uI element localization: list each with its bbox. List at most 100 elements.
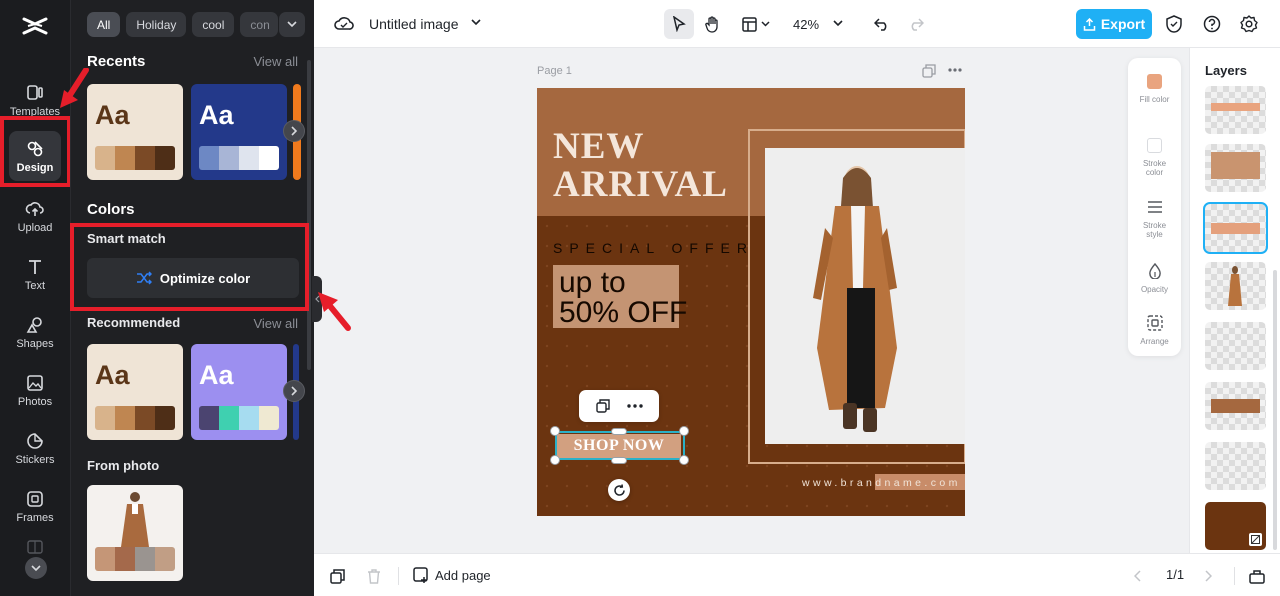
chip-all[interactable]: All (87, 12, 121, 37)
layer-thumbnail[interactable] (1205, 144, 1266, 192)
opacity-drop-icon (1146, 262, 1164, 280)
recommended-palette-card-1[interactable]: Aa (87, 344, 183, 440)
rail-stickers[interactable]: Stickers (4, 422, 66, 474)
recommended-view-all[interactable]: View all (253, 316, 298, 331)
special-offer-text[interactable]: SPECIAL OFFER (553, 240, 754, 256)
recent-palette-card-2[interactable]: Aa (191, 84, 287, 180)
page-panel-toggle-icon[interactable] (1249, 568, 1265, 584)
zoom-level[interactable]: 42% (788, 9, 824, 39)
headline-text[interactable]: NEW ARRIVAL (553, 128, 743, 204)
brand-url-text[interactable]: www.brandname.com (802, 477, 961, 489)
resize-handle-bl[interactable] (550, 455, 560, 465)
chevron-down-icon[interactable] (833, 20, 843, 27)
rail-shapes[interactable]: Shapes (4, 306, 66, 358)
rail-text[interactable]: Text (4, 248, 66, 300)
palette-swatches (199, 146, 279, 170)
recommended-palette-card-2[interactable]: Aa (191, 344, 287, 440)
layers-panel: Layers (1189, 48, 1280, 553)
delete-trash-icon[interactable] (367, 569, 381, 584)
select-tool-button[interactable] (664, 9, 694, 39)
duplicate-page-icon[interactable] (330, 569, 345, 584)
hand-tool-button[interactable] (698, 9, 728, 39)
resize-handle-br[interactable] (679, 455, 689, 465)
chip-cool[interactable]: cool (192, 12, 235, 37)
lock-background-icon[interactable] (1249, 533, 1262, 546)
upload-cloud-icon (25, 201, 44, 216)
recents-next-button[interactable] (283, 120, 305, 142)
fill-swatch-icon (1146, 72, 1164, 90)
layout-icon (742, 16, 757, 32)
stroke-style-label: Stroke style (1142, 221, 1167, 239)
rail-photos[interactable]: Photos (4, 364, 66, 416)
selection-box (555, 431, 685, 460)
next-page-icon[interactable] (1204, 570, 1212, 582)
recents-title: Recents (87, 53, 146, 70)
add-page-button[interactable]: Add page (413, 567, 491, 583)
layer-thumbnail[interactable] (1205, 86, 1266, 134)
arrange-icon (1146, 314, 1164, 332)
fill-color-button[interactable]: Fill color (1128, 72, 1181, 104)
rail-upload[interactable]: Upload (4, 190, 66, 242)
recent-palette-card-1[interactable]: Aa (87, 84, 183, 180)
opacity-button[interactable]: Opacity (1128, 262, 1181, 294)
rotate-handle[interactable] (608, 479, 630, 501)
annotation-highlight-smart-match (70, 223, 309, 311)
layer-thumbnail[interactable] (1205, 322, 1266, 370)
recommended-next-button[interactable] (283, 380, 305, 402)
filter-chips: All Holiday cool con (87, 12, 279, 37)
layer-thumbnail-background[interactable] (1205, 502, 1266, 550)
layer-thumbnail[interactable] (1205, 382, 1266, 430)
resize-handle-bottom[interactable] (611, 457, 627, 464)
settings-gear-icon[interactable] (1240, 15, 1258, 33)
stroke-style-button[interactable]: Stroke style (1128, 198, 1181, 239)
cursor-icon (672, 16, 686, 32)
rail-label: Photos (17, 395, 53, 408)
card-sample-text: Aa (199, 360, 234, 390)
layer-thumbnail-selected[interactable] (1203, 202, 1268, 254)
shield-icon[interactable] (1166, 15, 1182, 33)
chevron-down-icon (287, 21, 297, 28)
arrange-button[interactable]: Arrange (1128, 314, 1181, 346)
duplicate-page-icon[interactable] (922, 64, 936, 78)
panel-scrollbar[interactable] (307, 60, 311, 370)
card-sample-text: Aa (95, 100, 130, 130)
stroke-color-button[interactable]: Stroke color (1128, 136, 1181, 177)
undo-button[interactable] (870, 9, 894, 39)
duplicate-icon[interactable] (595, 399, 610, 413)
chevron-down-icon[interactable] (471, 19, 481, 26)
layer-thumbnail[interactable] (1205, 442, 1266, 490)
promo-text[interactable]: up to 50% OFF (559, 268, 687, 328)
palette-swatches (199, 406, 279, 430)
model-photo[interactable] (765, 148, 965, 444)
promo-line-2: 50% OFF (559, 296, 688, 329)
recents-view-all[interactable]: View all (253, 54, 298, 69)
photos-icon (27, 374, 43, 391)
resize-handle-tr[interactable] (679, 426, 689, 436)
from-photo-card[interactable] (87, 485, 183, 581)
colors-title: Colors (87, 201, 135, 218)
redo-button[interactable] (904, 9, 928, 39)
shapes-icon (26, 316, 42, 333)
rail-expand-button[interactable] (25, 557, 47, 579)
chevron-right-icon (290, 126, 297, 136)
capcut-logo-icon (22, 17, 48, 35)
page-more-icon[interactable] (948, 68, 962, 72)
chip-con[interactable]: con (240, 12, 279, 37)
annotation-arrow-icon (60, 68, 89, 108)
previous-page-icon[interactable] (1134, 570, 1142, 582)
chip-holiday[interactable]: Holiday (126, 12, 187, 37)
cloud-sync-icon[interactable] (334, 14, 354, 32)
resize-handle-tl[interactable] (550, 426, 560, 436)
chips-more-button[interactable] (279, 12, 305, 37)
layers-scrollbar[interactable] (1273, 270, 1277, 550)
annotation-highlight-design (0, 116, 71, 187)
hand-icon (705, 15, 718, 33)
resize-handle-top[interactable] (611, 428, 627, 435)
help-icon[interactable] (1203, 15, 1221, 33)
more-options-icon[interactable] (626, 404, 643, 408)
layer-thumbnail[interactable] (1205, 262, 1266, 310)
rail-frames[interactable]: Frames (4, 480, 66, 532)
export-button[interactable]: Export (1076, 9, 1152, 39)
layout-resize-button[interactable] (738, 9, 774, 39)
document-title[interactable]: Untitled image (369, 16, 459, 32)
